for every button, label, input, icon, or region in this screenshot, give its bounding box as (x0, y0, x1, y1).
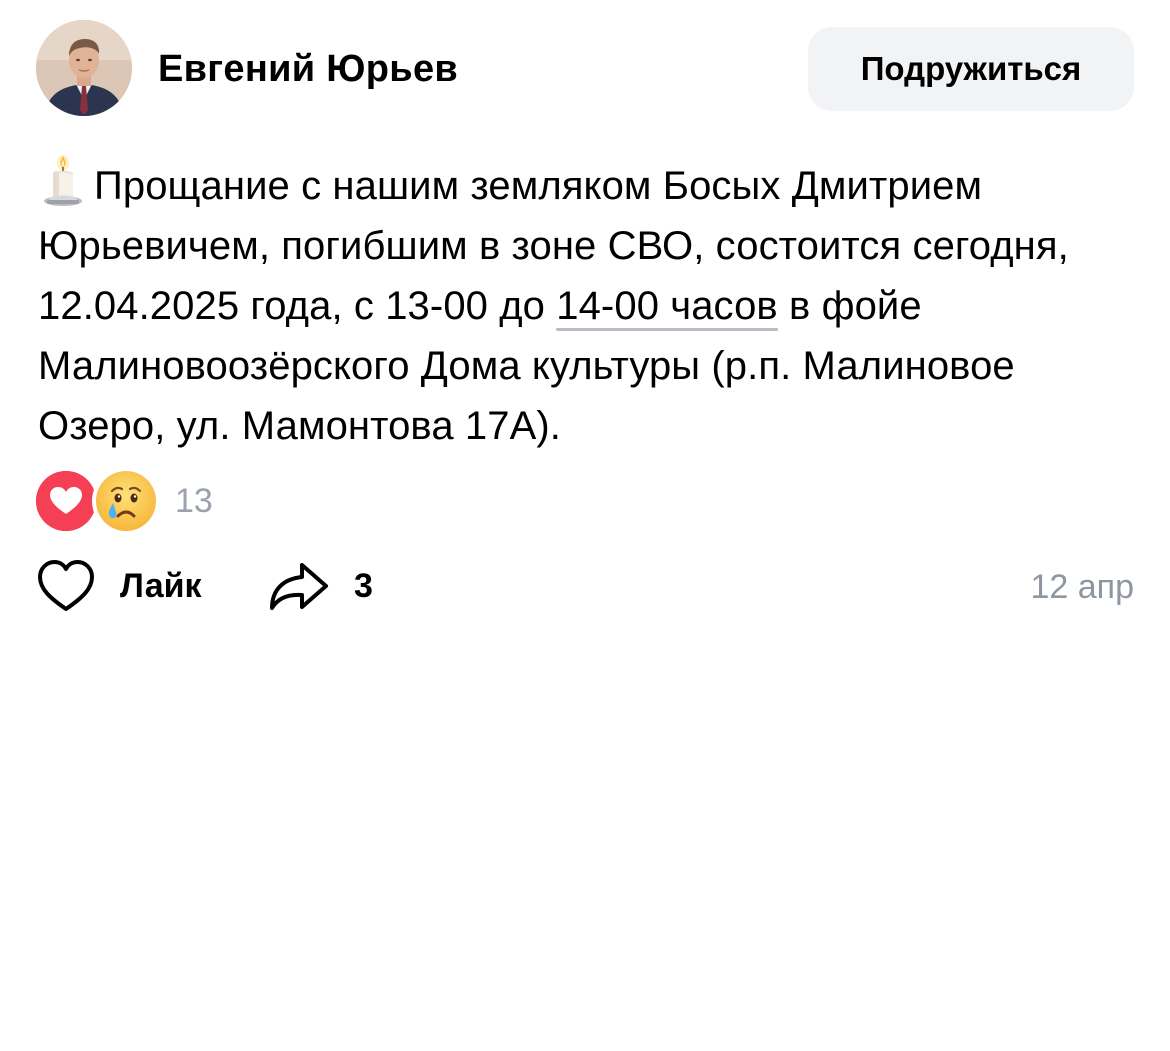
share-arrow-icon (270, 563, 328, 610)
heart-outline-icon (38, 560, 94, 611)
share-button[interactable]: 3 (268, 556, 373, 616)
reactions-count: 13 (175, 482, 213, 520)
post-date[interactable]: 12 апр (1031, 565, 1135, 609)
like-label: Лайк (120, 566, 202, 605)
post-text: Прощание с нашим земляком Босых Дмитрием… (38, 155, 1138, 456)
post-text-link[interactable]: 14-00 часов (556, 284, 778, 328)
author-name[interactable]: Евгений Юрьев (158, 46, 458, 92)
author-avatar[interactable] (36, 20, 132, 116)
heart-reaction-icon (36, 471, 96, 531)
post-actions: Лайк 3 12 апр (36, 556, 1134, 616)
share-count: 3 (354, 566, 373, 605)
candle-icon (38, 155, 88, 207)
avatar-image (36, 20, 132, 116)
crying-face-reaction-icon (96, 471, 156, 531)
post-card: Евгений Юрьев Подружиться Прощание с наш… (0, 0, 1170, 1051)
like-button[interactable]: Лайк (36, 556, 202, 616)
reactions-summary[interactable]: 13 (36, 471, 256, 531)
post-header: Евгений Юрьев Подружиться (36, 20, 1134, 117)
add-friend-button[interactable]: Подружиться (808, 27, 1134, 111)
